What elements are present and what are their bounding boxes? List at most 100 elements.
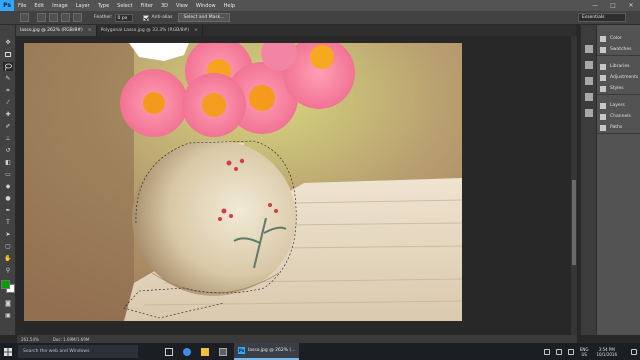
properties-panel-icon[interactable] xyxy=(585,61,593,69)
lasso-preset-icon[interactable] xyxy=(20,13,29,22)
panel-libraries-label: Libraries xyxy=(610,64,630,69)
move-tool-icon[interactable]: ✥ xyxy=(3,38,13,47)
foreground-color-swatch-front[interactable] xyxy=(1,280,10,289)
document-tabs: lasso.jpg @ 262% (RGB/8#) × Polygonal La… xyxy=(16,25,576,36)
panel-group-layers: Layers Channels Paths xyxy=(597,100,640,134)
panel-color[interactable]: Color xyxy=(597,33,640,44)
tab-lasso[interactable]: lasso.jpg @ 262% (RGB/8#) × xyxy=(16,25,97,36)
character-panel-icon[interactable] xyxy=(585,93,593,101)
gradient-tool-icon[interactable]: ▭ xyxy=(3,170,13,179)
file-explorer-icon[interactable] xyxy=(196,343,214,360)
system-tray: ENG US 3:54 PM 10/1/2016 xyxy=(543,343,640,360)
menu-file[interactable]: File xyxy=(18,3,26,9)
menu-type[interactable]: Type xyxy=(98,3,109,9)
menu-view[interactable]: View xyxy=(176,3,188,9)
healing-brush-tool-icon[interactable]: ✚ xyxy=(3,110,13,119)
menu-layer[interactable]: Layer xyxy=(76,3,90,9)
eyedropper-tool-icon[interactable]: ⁄ xyxy=(3,98,13,107)
libraries-icon xyxy=(600,63,606,70)
doc-size: Doc: 1.69M/1.69M xyxy=(52,336,90,342)
panel-layers[interactable]: Layers xyxy=(597,100,640,111)
menu-select[interactable]: Select xyxy=(117,3,132,9)
quick-mask-icon[interactable]: ◙ xyxy=(3,299,13,308)
brush-panel-icon[interactable] xyxy=(585,77,593,85)
feather-input[interactable]: 0 px xyxy=(114,13,133,22)
tab-lasso-label: lasso.jpg @ 262% (RGB/8#) xyxy=(20,28,83,33)
workspace-select[interactable]: Essentials xyxy=(578,13,626,22)
menu-filter[interactable]: Filter xyxy=(141,3,153,9)
zoom-tool-icon[interactable]: ⚲ xyxy=(3,266,13,275)
paragraph-panel-icon[interactable] xyxy=(585,109,593,117)
scrollbar-thumb[interactable] xyxy=(572,180,576,265)
clone-stamp-tool-icon[interactable]: ⊥ xyxy=(3,134,13,143)
hand-tool-icon[interactable]: ✋ xyxy=(3,254,13,263)
windows-taskbar: Search the web and Windows Ps lasso.jpg … xyxy=(0,343,640,360)
add-to-selection-icon[interactable] xyxy=(49,13,58,22)
panel-group-libraries: Libraries Adjustments Styles xyxy=(597,61,640,95)
marquee-tool-icon[interactable] xyxy=(3,50,13,59)
blur-tool-icon[interactable]: ◆ xyxy=(3,182,13,191)
panel-styles[interactable]: Styles xyxy=(597,83,640,94)
lasso-tool-icon[interactable] xyxy=(3,62,13,71)
type-tool-icon[interactable]: T xyxy=(3,218,13,227)
anti-alias-label: Anti-alias xyxy=(151,15,173,20)
clock-date: 10/1/2016 xyxy=(596,351,617,357)
subtract-from-selection-icon[interactable] xyxy=(61,13,70,22)
swatches-icon xyxy=(600,46,606,53)
intersect-selection-icon[interactable] xyxy=(73,13,82,22)
clock-time: 3:54 PM xyxy=(598,346,615,352)
dodge-tool-icon[interactable]: ● xyxy=(3,194,13,203)
brush-tool-icon[interactable]: ✐ xyxy=(3,122,13,131)
menu-help[interactable]: Help xyxy=(224,3,235,9)
volume-icon[interactable] xyxy=(567,348,574,355)
zoom-level[interactable]: 261.54% xyxy=(21,337,39,342)
start-button[interactable] xyxy=(0,343,16,360)
task-view-icon[interactable] xyxy=(160,343,178,360)
language-indicator[interactable]: ENG US xyxy=(580,347,589,357)
language-region: US xyxy=(581,351,587,357)
menu-bar: Ps File Edit Image Layer Type Select Fil… xyxy=(0,0,640,11)
anti-alias-checkbox[interactable] xyxy=(142,14,149,21)
tab-polygonal-lasso[interactable]: Polygonal Lasso.jpg @ 33.3% (RGB/8#) × xyxy=(97,25,203,36)
panel-adjustments[interactable]: Adjustments xyxy=(597,72,640,83)
crop-tool-icon[interactable]: ⌗ xyxy=(3,86,13,95)
panel-styles-label: Styles xyxy=(610,86,624,91)
maximize-button[interactable]: □ xyxy=(604,0,622,11)
chevron-up-icon[interactable] xyxy=(543,348,550,355)
menu-image[interactable]: Image xyxy=(52,3,68,9)
tab-close-icon[interactable]: × xyxy=(194,28,198,33)
edge-browser-icon[interactable] xyxy=(178,343,196,360)
notification-icon[interactable] xyxy=(631,348,637,355)
document-canvas[interactable] xyxy=(24,43,462,321)
pen-tool-icon[interactable]: ✒ xyxy=(3,206,13,215)
menu-window[interactable]: Window xyxy=(196,3,216,9)
panel-channels[interactable]: Channels xyxy=(597,111,640,122)
minimize-button[interactable]: — xyxy=(586,0,604,11)
menu-3d[interactable]: 3D xyxy=(161,3,168,9)
taskbar-photoshop-window[interactable]: Ps lasso.jpg @ 262% (... xyxy=(234,343,300,360)
status-bar: 261.54% Doc: 1.69M/1.69M xyxy=(17,335,577,343)
options-bar: Feather: 0 px Anti-alias Select and Mask… xyxy=(0,11,640,25)
new-selection-icon[interactable] xyxy=(37,13,46,22)
color-icon xyxy=(600,35,606,42)
history-brush-tool-icon[interactable]: ↺ xyxy=(3,146,13,155)
path-selection-tool-icon[interactable]: ➤ xyxy=(3,230,13,239)
panel-swatches[interactable]: Swatches xyxy=(597,44,640,55)
taskbar-search-input[interactable]: Search the web and Windows xyxy=(18,345,138,358)
history-panel-icon[interactable] xyxy=(585,45,593,53)
menu-edit[interactable]: Edit xyxy=(34,3,44,9)
photo-vase-flowers xyxy=(24,43,462,321)
network-icon[interactable] xyxy=(555,348,562,355)
rectangle-tool-icon[interactable]: ▢ xyxy=(3,242,13,251)
select-and-mask-button[interactable]: Select and Mask... xyxy=(178,13,230,22)
close-button[interactable]: ✕ xyxy=(622,0,640,11)
panel-libraries[interactable]: Libraries xyxy=(597,61,640,72)
store-icon[interactable] xyxy=(214,343,232,360)
screen-mode-icon[interactable]: ▣ xyxy=(3,311,13,320)
eraser-tool-icon[interactable]: ◧ xyxy=(3,158,13,167)
quick-selection-tool-icon[interactable]: ✎ xyxy=(3,74,13,83)
taskbar-clock[interactable]: 3:54 PM 10/1/2016 xyxy=(596,347,617,357)
panel-paths[interactable]: Paths xyxy=(597,122,640,133)
tools-panel: ✥ ✎ ⌗ ⁄ ✚ ✐ ⊥ ↺ ◧ ▭ ◆ ● ✒ T ➤ ▢ ✋ ⚲ ◙ ▣ xyxy=(0,25,16,335)
tab-close-icon[interactable]: × xyxy=(88,28,92,33)
